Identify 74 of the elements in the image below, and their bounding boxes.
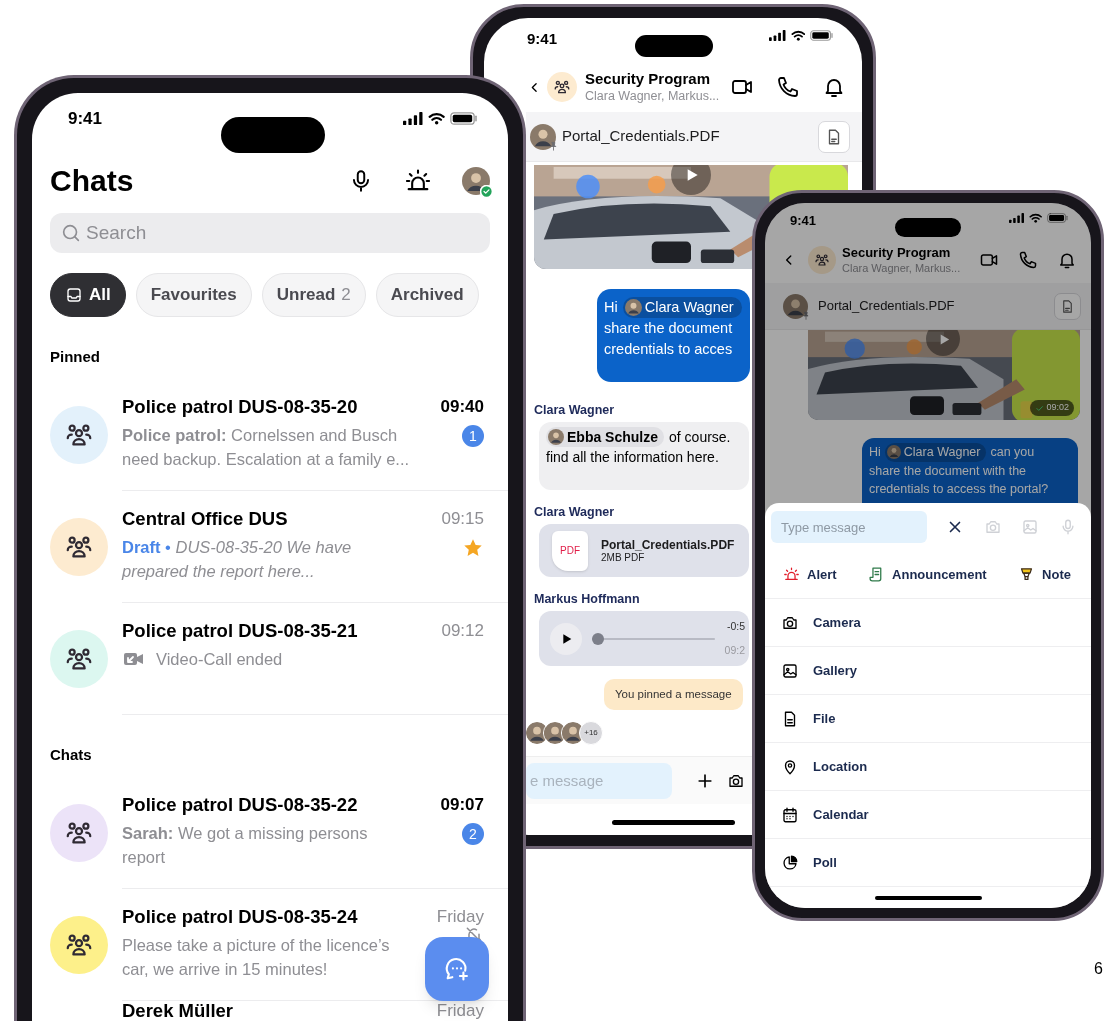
message-text: can you <box>990 444 1035 461</box>
chat-time: 09:15 <box>441 508 484 530</box>
audio-remaining: -0:5 <box>726 618 745 634</box>
chat-name: Derek Müller <box>122 1001 234 1021</box>
file-message[interactable]: PDF Portal_Credentials.PDF 2MB PDF <box>539 524 749 577</box>
filter-tab[interactable]: All <box>50 273 126 317</box>
mention-chip[interactable]: Clara Wagner <box>884 443 987 462</box>
sender-name: Clara Wagner <box>534 505 615 519</box>
message-time: 09:2 <box>724 642 745 658</box>
chat-time: Friday <box>436 906 484 928</box>
file-name: Portal_Credentials.PDF <box>601 537 735 552</box>
mention-chip[interactable]: Clara Wagner <box>622 297 742 318</box>
chat-name: Police patrol DUS-08-35-20 <box>122 395 358 419</box>
message-text: Hi <box>604 298 618 317</box>
chat-name: Police patrol DUS-08-35-24 <box>122 905 358 929</box>
message-input[interactable]: e message <box>526 762 672 799</box>
system-notice: You pinned a message <box>604 679 743 710</box>
quick-action-button[interactable]: Note <box>1018 564 1071 585</box>
attachment-option[interactable]: Gallery <box>765 647 1091 695</box>
chat-title: Security Program <box>842 245 952 261</box>
video-time: 09:02 <box>1046 401 1069 415</box>
quick-action-button[interactable]: Alert <box>783 564 837 585</box>
attachment-option[interactable]: Calendar <box>765 791 1091 839</box>
pinned-message-bar[interactable]: Portal_Credentials.PDF <box>526 112 862 162</box>
chat-time: 09:12 <box>441 620 484 642</box>
reader-count: +16 <box>579 721 603 745</box>
chat-title: Security Program <box>585 70 712 88</box>
section-label: Pinned <box>50 348 100 365</box>
screen-title: Chats <box>50 163 134 199</box>
mention-chip[interactable]: Ebba Schulze <box>546 427 665 447</box>
chat-name: Police patrol DUS-08-35-22 <box>122 793 358 817</box>
message-text: Hi <box>869 444 881 461</box>
attachment-option[interactable]: Camera <box>765 599 1091 647</box>
sender-name: Clara Wagner <box>534 403 615 417</box>
message-text: share the document with the <box>869 462 1027 480</box>
unread-badge: 2 <box>462 823 484 845</box>
quick-action-button[interactable]: Announcement <box>868 564 987 585</box>
status-time: 9:41 <box>68 109 103 129</box>
message-preview: Draft • DUS-08-35-20 We have prepared the report here... <box>122 537 353 582</box>
message-text: credentials to acces <box>604 340 733 359</box>
chat-time: 09:40 <box>440 396 484 418</box>
message-preview: Please take a picture of the licence’s car, we arrive in 15 minutes! <box>122 935 391 980</box>
filter-tab[interactable]: Favourites <box>135 273 252 317</box>
chat-members: Clara Wagner, Markus... <box>842 261 962 275</box>
pdf-file-icon: PDF <box>552 530 588 571</box>
file-size: 2MB PDF <box>601 551 646 564</box>
chat-time: Friday <box>436 1001 484 1021</box>
status-time: 9:41 <box>790 213 817 229</box>
pinned-file-name: Portal_Credentials.PDF <box>562 126 721 147</box>
page-number: 6 <box>1094 959 1103 979</box>
unread-badge: 1 <box>462 425 484 447</box>
message-text: of course. <box>669 428 731 447</box>
chat-name: Central Office DUS <box>122 507 288 531</box>
attachment-option[interactable]: File <box>765 695 1091 743</box>
search-field[interactable]: Search <box>50 213 490 253</box>
pinned-file-name: Portal_Credentials.PDF <box>818 297 956 316</box>
chat-name: Police patrol DUS-08-35-21 <box>122 619 358 643</box>
attachment-option[interactable]: Location <box>765 743 1091 791</box>
status-time: 9:41 <box>527 30 558 48</box>
sender-name: Markus Hoffmann <box>534 592 640 606</box>
chat-members: Clara Wagner, Markus... <box>585 88 721 104</box>
message-preview: Police patrol: Cornelssen and Busch need backup. Escalation at a family e... <box>122 425 411 470</box>
message-input[interactable]: Type message <box>771 511 927 543</box>
attachment-option[interactable]: Poll <box>765 839 1091 887</box>
message-text: credentials to access the portal? <box>869 481 1049 498</box>
filter-tab[interactable]: Unread 2 <box>261 273 366 317</box>
message-text: find all the information here. <box>546 448 719 467</box>
call-status: Video-Call ended <box>156 649 283 670</box>
section-label: Chats <box>50 746 92 763</box>
chat-time: 09:07 <box>440 794 484 816</box>
message-preview: Sarah: We got a missing persons report <box>122 823 369 868</box>
filter-tab[interactable]: Archived <box>375 273 479 317</box>
pinned-message-bar[interactable]: Portal_Credentials.PDF <box>765 283 1091 330</box>
message-text: share the document <box>604 319 733 338</box>
